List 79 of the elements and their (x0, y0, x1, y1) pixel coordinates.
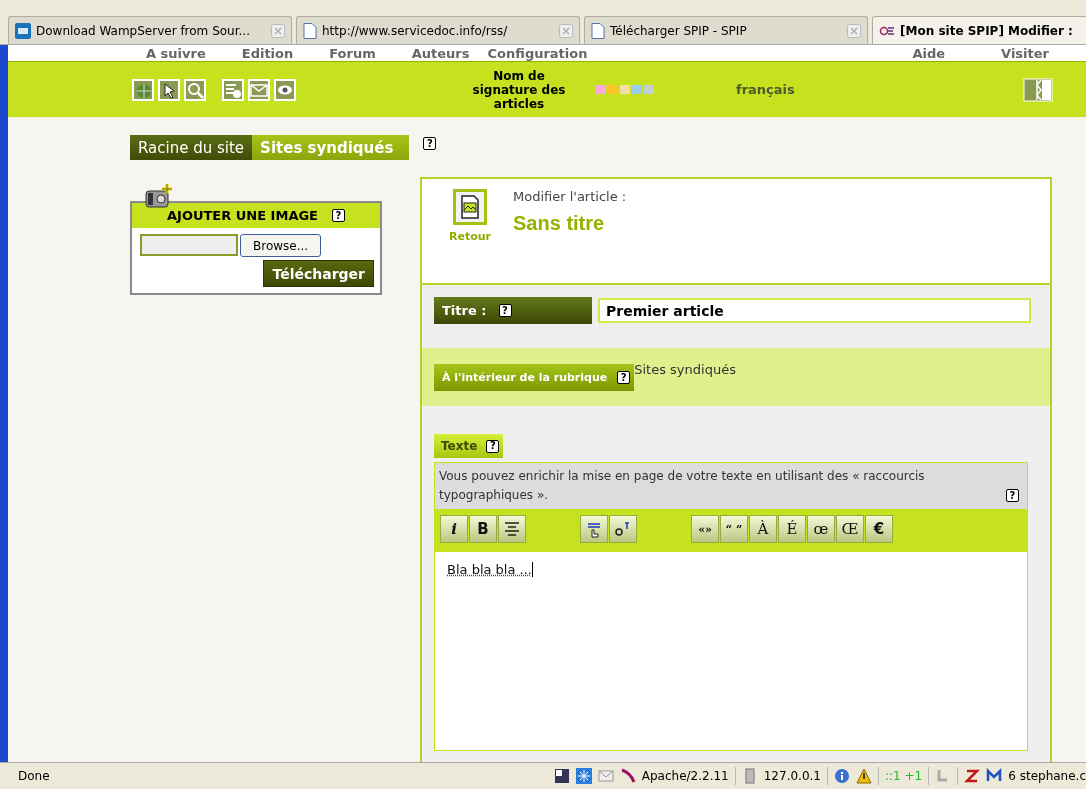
color-swatch[interactable] (608, 85, 618, 94)
page-icon (591, 22, 605, 39)
site-logo-icon (15, 22, 31, 39)
info-icon[interactable] (834, 768, 850, 784)
format-button[interactable]: “ ” (720, 515, 748, 543)
color-swatch[interactable] (632, 85, 642, 94)
language-link[interactable]: français (736, 82, 795, 97)
close-icon[interactable] (559, 23, 573, 38)
section-name: Sites syndiqués (634, 362, 736, 377)
ip-address: 127.0.0.1 (763, 769, 821, 783)
upload-button[interactable]: Télécharger (263, 260, 374, 287)
browse-button[interactable]: Browse... (240, 234, 322, 257)
close-icon[interactable] (847, 23, 861, 38)
help-icon[interactable]: ? (617, 371, 631, 384)
browser-tab[interactable]: Télécharger SPIP - SPIP (584, 16, 868, 44)
format-button[interactable]: i (440, 515, 468, 543)
nav-link[interactable]: Edition (241, 45, 294, 61)
nav-link[interactable]: Forum (329, 45, 376, 61)
format-button[interactable]: «» (691, 515, 719, 543)
breadcrumb-link[interactable]: Racine du site (130, 135, 253, 160)
browser-tab[interactable]: Download WampServer from Sour... (8, 16, 292, 44)
help-icon[interactable]: ? (486, 439, 500, 453)
format-button[interactable]: É (778, 515, 806, 543)
format-button[interactable] (498, 515, 526, 543)
server-version: Apache/2.2.11 (641, 769, 729, 783)
nav-link[interactable]: A suivre (146, 45, 206, 61)
page-icon (303, 22, 317, 39)
door-icon[interactable] (1023, 77, 1053, 102)
eye-icon[interactable] (274, 78, 296, 101)
windows-icon[interactable] (553, 768, 570, 784)
browser-tab[interactable]: http://www.servicedoc.info/rss/ (296, 16, 580, 44)
camera-add-icon (144, 183, 174, 209)
title-input[interactable]: Premier article (598, 298, 1031, 323)
envelope-icon[interactable] (248, 78, 270, 101)
label-text: À l'intérieur de la rubrique (442, 371, 608, 384)
text-area[interactable]: Bla bla bla ... (434, 551, 1028, 751)
align-center-icon (503, 520, 521, 538)
cursor-icon[interactable] (158, 78, 180, 101)
document-image-icon (460, 195, 480, 219)
clock-list-icon[interactable] (222, 78, 244, 101)
warning-icon[interactable] (856, 768, 872, 784)
browser-tab[interactable]: [Mon site SPIP] Modifier : (872, 16, 1086, 44)
hint-text: Vous pouvez enrichir la mise en page de votre texte en utilisant des « raccourcis typographiques ». (439, 468, 926, 504)
counter: ::1 +1 (885, 769, 923, 783)
help-icon[interactable]: ? (498, 304, 512, 317)
globe-icon[interactable] (132, 78, 154, 101)
nav-link[interactable]: Aide (912, 45, 946, 61)
format-button[interactable]: À (749, 515, 777, 543)
color-swatch[interactable] (644, 85, 654, 94)
hand-link-icon (585, 520, 603, 538)
nav-link[interactable]: Auteurs (411, 45, 470, 61)
status-text: Done (18, 769, 50, 783)
format-button[interactable]: € (865, 515, 893, 543)
nav-link[interactable]: Visiter (1001, 45, 1049, 61)
edit-heading: Modifier l'article : (513, 189, 627, 204)
format-button[interactable]: Œ (836, 515, 864, 543)
color-swatch[interactable] (596, 85, 606, 94)
color-swatch[interactable] (620, 85, 630, 94)
format-button[interactable] (609, 515, 637, 543)
format-button[interactable]: B (469, 515, 497, 543)
mail-icon[interactable] (986, 768, 1003, 784)
file-field[interactable] (140, 234, 238, 256)
close-icon[interactable] (271, 23, 285, 38)
footnote-icon (614, 520, 632, 538)
help-icon[interactable]: ? (423, 137, 437, 150)
z-icon[interactable] (964, 768, 981, 784)
snowflake-icon[interactable] (575, 768, 592, 784)
help-icon[interactable]: ? (332, 209, 345, 222)
nav-link[interactable]: Configuration (487, 45, 588, 61)
format-button[interactable] (580, 515, 608, 543)
label-text: Titre : (442, 303, 487, 318)
mail-count: 6 stephane.c (1008, 769, 1086, 783)
help-icon[interactable]: ? (1006, 489, 1019, 502)
envelope-icon[interactable] (597, 768, 614, 784)
format-button[interactable]: œ (807, 515, 835, 543)
signature-label: Nom de signature des articles (471, 68, 567, 111)
label-text: Texte (441, 439, 478, 453)
article-title: Sans titre (513, 212, 606, 235)
panel-title: AJOUTER UNE IMAGE (167, 208, 318, 223)
